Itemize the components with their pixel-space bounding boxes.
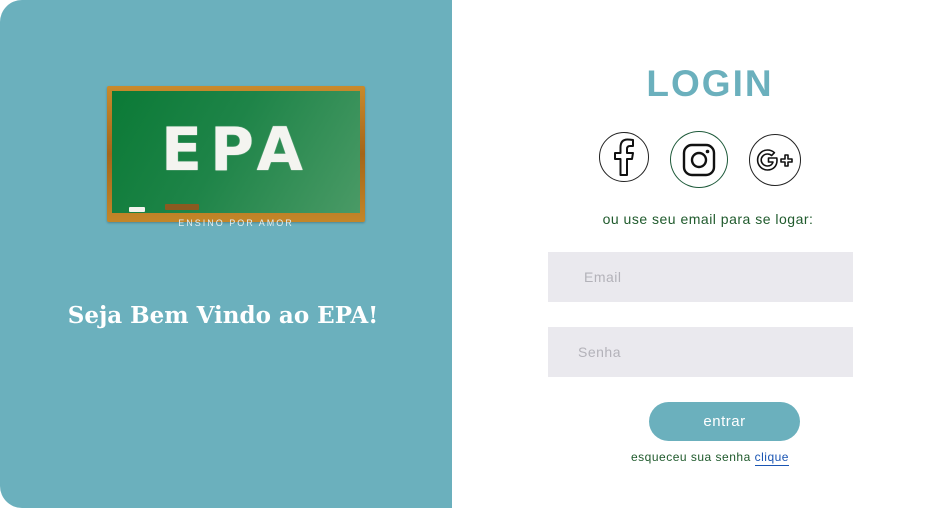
facebook-icon [614,138,634,176]
submit-button[interactable]: entrar [649,402,800,441]
email-login-hint: ou use seu email para se logar: [602,211,814,227]
eraser-icon [165,204,199,210]
forgot-password-link[interactable]: clique [754,450,789,466]
google-plus-icon [756,149,793,171]
login-title: LOGIN [646,63,774,104]
forgot-password-text: esqueceu sua senha [631,450,751,464]
epa-logo: EPA ENSINO POR AMOR [107,86,365,232]
welcome-panel: EPA ENSINO POR AMOR Seja Bem Vindo ao EP… [0,0,452,508]
google-plus-login-button[interactable] [749,134,801,186]
chalk-icon [129,207,145,212]
chalkboard-surface: EPA [112,91,360,213]
password-input[interactable] [548,327,853,377]
instagram-icon [682,143,716,176]
email-input[interactable] [548,252,853,302]
instagram-login-button[interactable] [670,131,728,188]
chalkboard-frame: EPA [107,86,365,222]
forgot-password: esqueceu sua senha clique [631,450,789,466]
welcome-heading: Seja Bem Vindo ao EPA! [67,302,379,329]
logo-subtitle: ENSINO POR AMOR [178,218,294,228]
facebook-login-button[interactable] [599,132,649,182]
logo-text: EPA [161,115,311,185]
